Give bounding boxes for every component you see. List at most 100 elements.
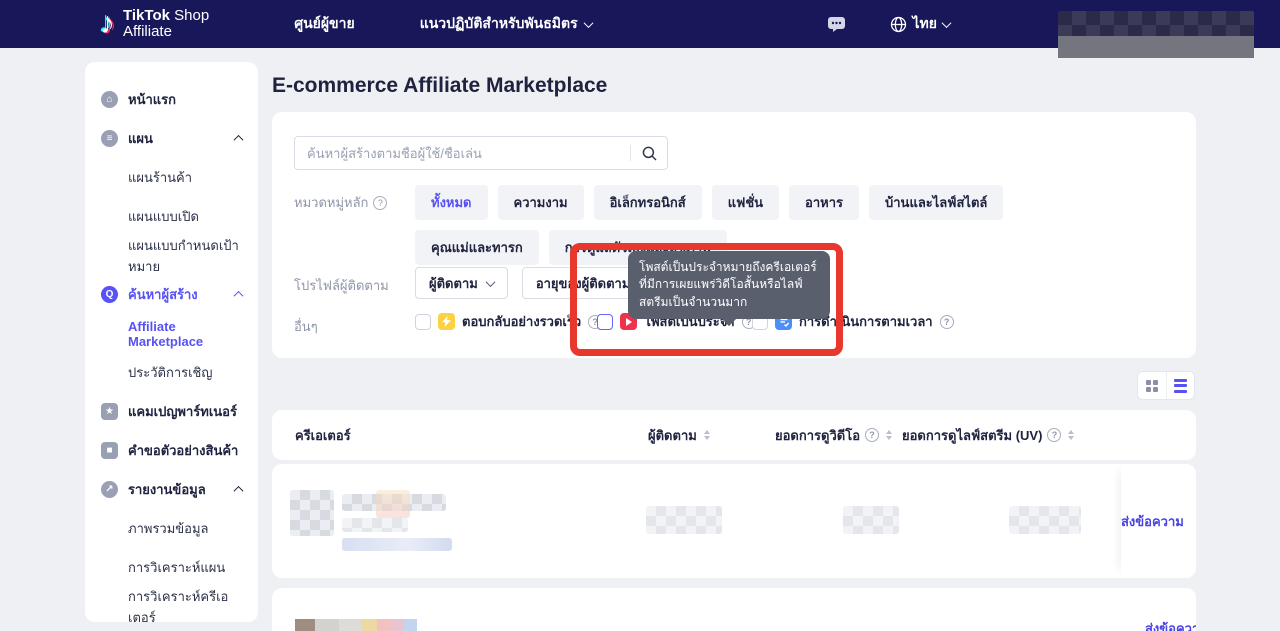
followers-dropdown[interactable]: ผู้ติดตาม	[415, 267, 508, 299]
redacted-livestream-views-value	[1009, 506, 1081, 534]
sidebar-item-creator-analysis[interactable]: การวิเคราะห์ครีเอเตอร์	[85, 587, 258, 626]
column-header-livestream-views[interactable]: ยอดการดูไลฟ์สตรีม (UV) ?	[902, 410, 1074, 460]
chevron-down-icon	[485, 277, 495, 287]
chevron-down-icon	[942, 18, 952, 28]
filter-quick-reply: ตอบกลับอย่างรวดเร็ว ?	[415, 311, 602, 332]
lightning-icon	[438, 313, 455, 330]
category-chip-food[interactable]: อาหาร	[789, 185, 859, 220]
sort-icon[interactable]	[704, 430, 710, 440]
sidebar-item-label: แผนแบบเปิด	[128, 206, 199, 227]
help-icon[interactable]: ?	[373, 196, 387, 210]
messages-icon[interactable]	[827, 16, 846, 33]
column-header-followers[interactable]: ผู้ติดตาม	[648, 410, 710, 460]
redacted-avatar	[290, 490, 334, 536]
redacted-followers-value	[646, 506, 722, 534]
list-view-button[interactable]	[1166, 372, 1194, 399]
nav-seller-center[interactable]: ศูนย์ผู้ขาย	[294, 13, 355, 35]
app-window: ♪ TikTok Shop Affiliate ศูนย์ผู้ขาย แนวป…	[0, 0, 1280, 631]
sidebar-item-label: Affiliate Marketplace	[128, 319, 242, 349]
sort-icon[interactable]	[1068, 430, 1074, 440]
sidebar-item-open-plan[interactable]: แผนแบบเปิด	[85, 197, 258, 236]
followers-dropdown-label: ผู้ติดตาม	[429, 273, 478, 294]
creator-search-box	[294, 136, 668, 170]
follower-age-dropdown-label: อายุของผู้ติดตาม	[536, 273, 631, 294]
search-icon[interactable]	[631, 146, 667, 161]
tiktok-note-icon: ♪	[100, 9, 115, 39]
language-selector[interactable]: ไทย	[890, 13, 950, 35]
sample-box-icon: ■	[101, 442, 118, 459]
chevron-up-icon	[234, 486, 244, 496]
home-icon: ⌂	[101, 91, 118, 108]
category-chip-all[interactable]: ทั้งหมด	[415, 185, 488, 220]
follower-profile-label-text: โปรไฟล์ผู้ติดตาม	[294, 275, 389, 296]
send-message-button[interactable]: ส่งข้อความ	[1145, 618, 1196, 631]
sidebar-item-label: แคมเปญพาร์ทเนอร์	[128, 401, 242, 422]
posts-regularly-checkbox[interactable]	[597, 314, 613, 330]
sidebar-item-sample-requests[interactable]: ■ คำขอตัวอย่างสินค้า	[85, 431, 258, 470]
column-header-video-views[interactable]: ยอดการดูวิดีโอ ?	[775, 410, 892, 460]
header-label: ยอดการดูไลฟ์สตรีม (UV)	[902, 425, 1042, 446]
logo-text: TikTok Shop Affiliate	[123, 8, 209, 41]
follower-profile-label: โปรไฟล์ผู้ติดตาม	[294, 275, 389, 296]
column-header-creator: ครีเอเตอร์	[295, 410, 351, 460]
grid-icon	[1146, 380, 1158, 392]
sidebar-item-label: ค้นหาผู้สร้าง	[128, 284, 235, 305]
quick-reply-checkbox[interactable]	[415, 314, 431, 330]
sidebar-item-data-reports[interactable]: ↗ รายงานข้อมูล	[85, 470, 258, 509]
chevron-up-icon	[234, 135, 244, 145]
help-icon[interactable]: ?	[865, 428, 879, 442]
sidebar-item-label: หน้าแรก	[128, 89, 242, 110]
quick-reply-label: ตอบกลับอย่างรวดเร็ว	[462, 311, 581, 332]
others-filter-label: อื่นๆ	[294, 316, 318, 337]
header-label: ผู้ติดตาม	[648, 425, 697, 446]
search-creator-icon: Q	[101, 286, 118, 303]
sidebar-item-invitation-history[interactable]: ประวัติการเชิญ	[85, 353, 258, 392]
redacted-badge	[376, 490, 410, 518]
sort-icon[interactable]	[886, 430, 892, 440]
sidebar-item-label: แผน	[128, 128, 235, 149]
sidebar-item-home[interactable]: ⌂ หน้าแรก	[85, 80, 258, 119]
help-icon[interactable]: ?	[940, 315, 954, 329]
send-message-button[interactable]: ส่งข้อความ	[1121, 511, 1184, 532]
category-chip-electronics[interactable]: อิเล็กทรอนิกส์	[594, 185, 702, 220]
redacted-creator-handle	[342, 518, 408, 532]
sidebar-item-data-overview[interactable]: ภาพรวมข้อมูล	[85, 509, 258, 548]
filter-panel: หมวดหมู่หลัก ? ทั้งหมด ความงาม อิเล็กทรอ…	[272, 112, 1196, 358]
redacted-avatar-strip	[295, 619, 417, 631]
category-chip-home-lifestyle[interactable]: บ้านและไลฟ์สไตล์	[869, 185, 1003, 220]
help-icon[interactable]: ?	[1047, 428, 1061, 442]
nav-partner-guidelines[interactable]: แนวปฏิบัติสำหรับพันธมิตร	[420, 13, 592, 35]
view-toggle	[1137, 371, 1195, 400]
tooltip-text: โพสต์เป็นประจำหมายถึงครีเอเตอร์ที่มีการเ…	[639, 260, 817, 309]
sidebar-item-label: ประวัติการเชิญ	[128, 362, 212, 383]
follower-filter-dropdowns: ผู้ติดตาม อายุของผู้ติดตาม	[415, 267, 660, 299]
sidebar-item-label: ภาพรวมข้อมูล	[128, 518, 209, 539]
header-label: ครีเอเตอร์	[295, 425, 351, 446]
nav-seller-center-label: ศูนย์ผู้ขาย	[294, 13, 355, 35]
sidebar-item-target-plan[interactable]: แผนแบบกำหนดเป้าหมาย	[85, 236, 258, 275]
category-filter-label: หมวดหมู่หลัก ?	[294, 192, 387, 213]
category-chip-fashion[interactable]: แฟชั่น	[712, 185, 779, 220]
sidebar-item-plan-analysis[interactable]: การวิเคราะห์แผน	[85, 548, 258, 587]
tiktok-shop-affiliate-logo[interactable]: ♪ TikTok Shop Affiliate	[100, 8, 209, 41]
redacted-account-name	[1058, 11, 1254, 37]
chevron-down-icon	[583, 18, 593, 28]
sidebar-item-partner-campaigns[interactable]: ★ แคมเปญพาร์ทเนอร์	[85, 392, 258, 431]
sidebar-item-plans[interactable]: ≡ แผน	[85, 119, 258, 158]
grid-view-button[interactable]	[1138, 372, 1166, 399]
plan-icon: ≡	[101, 130, 118, 147]
category-chip-mom-baby[interactable]: คุณแม่และทารก	[415, 230, 539, 265]
sidebar-item-affiliate-marketplace[interactable]: Affiliate Marketplace	[85, 314, 258, 353]
category-chip-beauty[interactable]: ความงาม	[498, 185, 584, 220]
sidebar-item-label: แผนร้านค้า	[128, 167, 192, 188]
search-input[interactable]	[295, 146, 630, 161]
sidebar-item-find-creators[interactable]: Q ค้นหาผู้สร้าง	[85, 275, 258, 314]
logo-affiliate: Affiliate	[123, 24, 209, 41]
header-label: ยอดการดูวิดีโอ	[775, 425, 860, 446]
others-label-text: อื่นๆ	[294, 316, 318, 337]
sidebar: ⌂ หน้าแรก ≡ แผน แผนร้านค้า แผนแบบเปิด แผ…	[85, 62, 258, 622]
list-icon	[1174, 379, 1187, 393]
posts-regularly-tooltip: โพสต์เป็นประจำหมายถึงครีเอเตอร์ที่มีการเ…	[628, 251, 830, 319]
sidebar-item-shop-plan[interactable]: แผนร้านค้า	[85, 158, 258, 197]
creator-table-row: ส่งข้อความ	[272, 464, 1196, 578]
